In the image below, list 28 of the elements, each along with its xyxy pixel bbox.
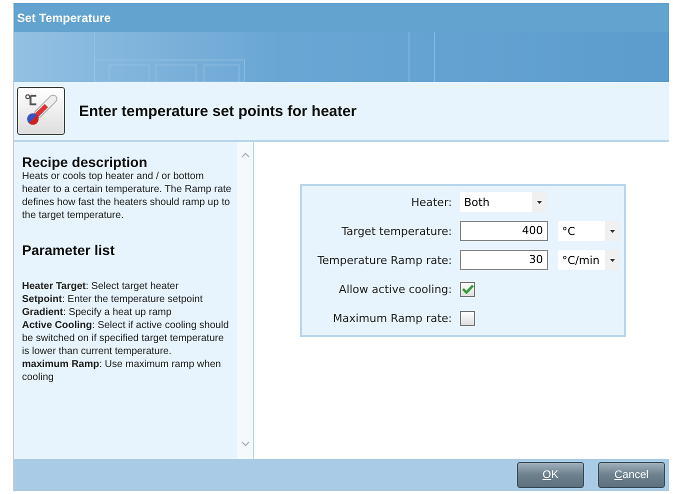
caret-icon [605,221,619,241]
checkbox[interactable] [460,282,475,296]
number-field[interactable]: 30 [460,250,548,270]
description-text: Heats or cools top heater and / or bottom heater to a certain temperature. The Ramp rate defines how fast the heaters should ramp up to the target temperature. [22,170,232,222]
field-label: Maximum Ramp rate: [332,312,453,324]
thermometer-icon [17,87,65,135]
unit-dropdown[interactable]: °C [558,221,619,241]
parameter-text: Setpoint: Enter the temperature setpoint [22,293,204,306]
field-label: Temperature Ramp rate: [316,254,453,266]
field-label: Target temperature: [340,224,453,238]
header-title: Enter temperature set points for heater [79,102,357,120]
section-heading: Parameter list [22,242,116,258]
caret-icon [605,250,619,270]
parameter-text: Heater Target: Select target heater [22,280,180,293]
window-title: Set Temperature [17,10,111,24]
parameter-text: Gradient: Specify a heat up ramp [22,306,173,319]
section-heading: Recipe description [22,154,148,170]
heater-dropdown[interactable]: Both [460,192,546,212]
field-label: Heater: [410,196,453,208]
cancel-button[interactable]: Cancel [598,462,665,488]
field-label: Allow active cooling: [338,282,453,296]
unit-dropdown[interactable]: °C/min [558,250,619,270]
ok-button[interactable]: OK [517,462,584,488]
parameter-text: maximum Ramp: Use maximum ramp when cooling [22,358,222,384]
number-field[interactable]: 400 [460,221,548,241]
checkbox[interactable] [460,310,475,326]
caret-icon [532,192,546,212]
parameter-text: Active Cooling: Select if active cooling should be switched on if specified target temperature is lower than current temperature. [22,319,230,358]
